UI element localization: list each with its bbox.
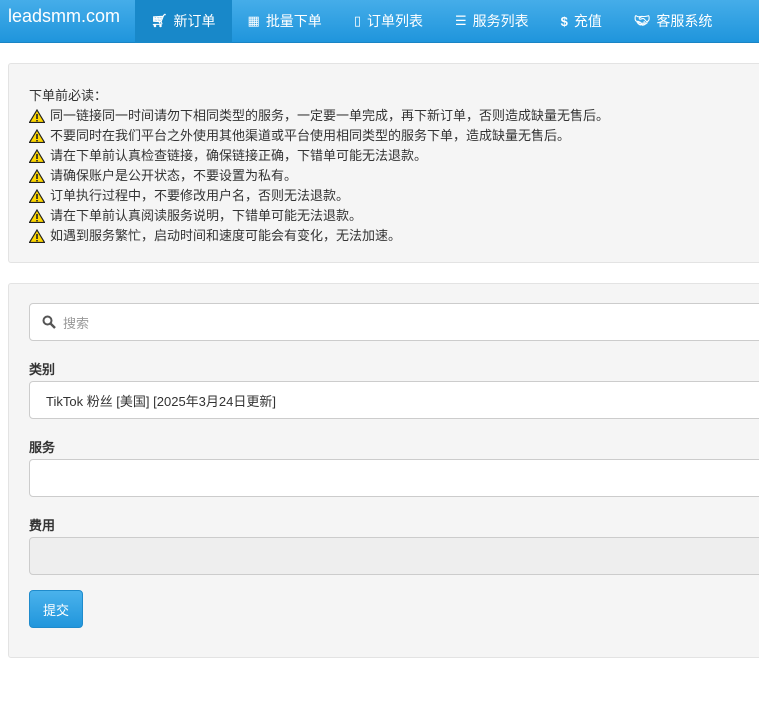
handshake-icon: 🤝︎ xyxy=(633,13,651,28)
cost-field xyxy=(29,537,759,575)
search-icon xyxy=(42,315,56,329)
warning-icon xyxy=(29,229,45,243)
notice-item: 请确保账户是公开状态，不要设置为私有。 xyxy=(29,166,747,186)
warning-icon xyxy=(29,149,45,163)
notice-item: 订单执行过程中，不要修改用户名，否则无法退款。 xyxy=(29,186,747,206)
warning-icon xyxy=(29,169,45,183)
cart-icon: 🛒︎ xyxy=(151,13,168,28)
submit-button[interactable]: 提交 xyxy=(29,590,83,628)
notice-title: 下单前必读： xyxy=(29,88,108,103)
nav-services[interactable]: ☰ 服务列表 xyxy=(439,0,545,43)
nav-mass-order[interactable]: ▦ 批量下单 xyxy=(232,0,338,43)
warning-icon xyxy=(29,189,45,203)
nav-orders[interactable]: ▯ 订单列表 xyxy=(338,0,439,43)
warning-icon xyxy=(29,209,45,223)
nav-add-funds[interactable]: $ 充值 xyxy=(545,0,618,43)
nav-new-order[interactable]: 🛒︎ 新订单 xyxy=(135,0,232,43)
brand-logo[interactable]: leadsmm.com xyxy=(0,0,135,38)
category-select[interactable]: TikTok 粉丝 [美国] [2025年3月24日更新] xyxy=(29,381,759,419)
notice-item: 不要同时在我们平台之外使用其他渠道或平台使用相同类型的服务下单，造成缺量无售后。 xyxy=(29,126,747,146)
nav-support[interactable]: 🤝︎ 客服系统 xyxy=(618,0,729,43)
notice-item: 请在下单前认真阅读服务说明，下错单可能无法退款。 xyxy=(29,206,747,226)
notice-panel: 下单前必读： 同一链接同一时间请勿下相同类型的服务，一定要一单完成，再下新订单，… xyxy=(8,63,759,263)
dollar-icon: $ xyxy=(560,13,568,29)
service-label: 服务 xyxy=(29,440,56,455)
warning-icon xyxy=(29,109,45,123)
notice-item: 请在下单前认真检查链接，确保链接正确，下错单可能无法退款。 xyxy=(29,146,747,166)
navbar: leadsmm.com 🛒︎ 新订单 ▦ 批量下单 ▯ 订单列表 ☰ 服务列表 $ 充值 … xyxy=(0,0,759,43)
file-icon: ▯ xyxy=(353,13,361,28)
cost-label: 费用 xyxy=(29,518,56,533)
notice-item: 如遇到服务繁忙，启动时间和速度可能会有变化，无法加速。 xyxy=(29,226,747,246)
service-select[interactable] xyxy=(29,459,759,497)
boxes-icon: ▦ xyxy=(247,13,260,28)
category-label: 类别 xyxy=(29,362,56,377)
order-form: 搜索 类别 TikTok 粉丝 [美国] [2025年3月24日更新] 服务 费… xyxy=(8,283,759,658)
warning-icon xyxy=(29,129,45,143)
list-icon: ☰ xyxy=(454,13,467,28)
notice-item: 同一链接同一时间请勿下相同类型的服务，一定要一单完成，再下新订单，否则造成缺量无… xyxy=(29,106,747,126)
search-input[interactable]: 搜索 xyxy=(29,303,759,341)
